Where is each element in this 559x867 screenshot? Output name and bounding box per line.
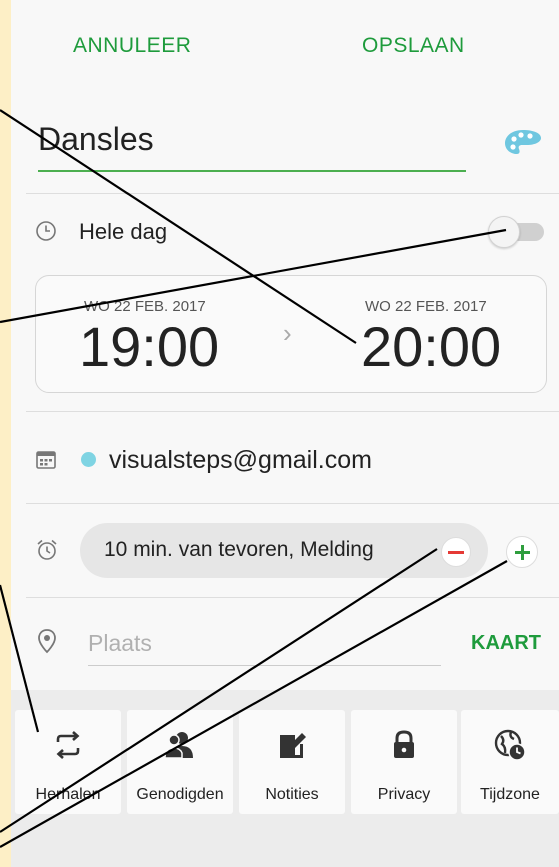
toolbar-item-label: Notities	[265, 786, 319, 803]
start-time[interactable]: 19:00	[79, 314, 219, 379]
toolbar-item-repeat[interactable]: Herhalen	[15, 710, 121, 814]
timezone-icon	[494, 729, 526, 761]
palette-icon[interactable]	[503, 127, 543, 157]
event-title-input[interactable]: Dansles	[38, 121, 154, 158]
alarm-icon	[37, 539, 57, 560]
clock-icon	[36, 221, 56, 241]
chevron-right-icon: ›	[283, 318, 292, 348]
lock-icon	[394, 730, 414, 758]
toolbar-item-label: Herhalen	[35, 786, 101, 803]
add-reminder-button[interactable]	[506, 536, 538, 568]
start-date[interactable]: WO 22 FEB. 2017	[84, 298, 206, 315]
divider	[26, 597, 559, 598]
repeat-icon	[56, 731, 80, 759]
left-sidebar-strip	[0, 0, 11, 867]
notes-icon	[280, 733, 306, 758]
toolbar-item-label: Privacy	[377, 786, 431, 803]
invitees-icon	[164, 732, 193, 759]
toolbar-item-invitees[interactable]: Genodigden	[127, 710, 233, 814]
cancel-button[interactable]: ANNULEER	[73, 34, 191, 58]
toolbar-item-privacy[interactable]: Privacy	[351, 710, 457, 814]
all-day-label: Hele dag	[79, 219, 168, 244]
toolbar-item-timezone[interactable]: Tijdzone	[461, 710, 559, 814]
divider	[26, 503, 559, 504]
divider	[26, 193, 559, 194]
toolbar-item-label: Genodigden	[136, 786, 224, 803]
save-button[interactable]: OPSLAAN	[362, 34, 465, 58]
end-time[interactable]: 20:00	[361, 314, 501, 379]
end-date[interactable]: WO 22 FEB. 2017	[365, 298, 487, 315]
remove-reminder-button[interactable]	[441, 537, 471, 567]
toolbar-item-label: Tijdzone	[480, 786, 540, 803]
calendar-account[interactable]: visualsteps@gmail.com	[109, 446, 372, 475]
divider	[26, 411, 559, 412]
all-day-toggle-knob[interactable]	[488, 216, 520, 248]
reminder-label: 10 min. van tevoren, Melding	[104, 538, 374, 561]
location-input[interactable]	[88, 622, 441, 666]
title-underline	[38, 170, 466, 172]
calendar-color-dot	[81, 452, 96, 467]
location-pin-icon	[38, 629, 56, 654]
calendar-icon	[36, 451, 56, 469]
map-button[interactable]: KAART	[471, 632, 541, 655]
toolbar-item-notes[interactable]: Notities	[239, 710, 345, 814]
